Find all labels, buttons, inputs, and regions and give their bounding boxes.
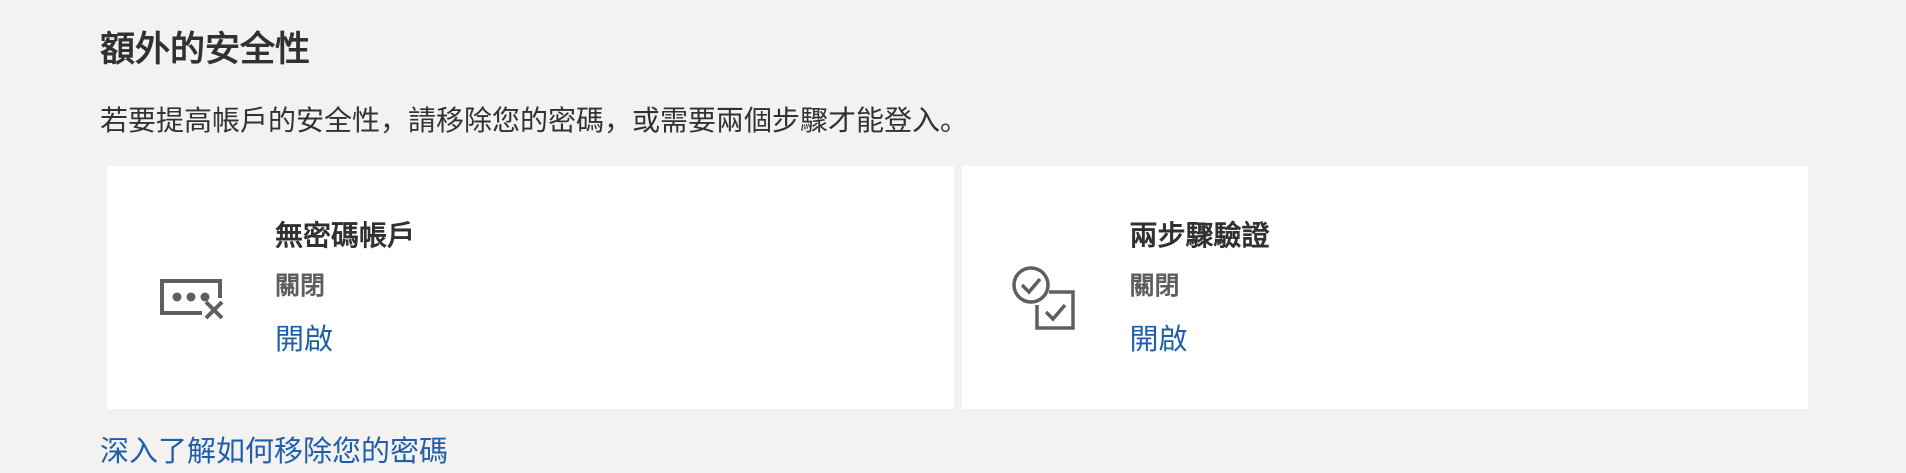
two-step-verification-turn-on-link[interactable]: 開啟 — [1130, 318, 1188, 360]
passwordless-status: 關閉 — [275, 271, 326, 300]
two-step-verification-icon — [1007, 261, 1081, 335]
passwordless-turn-on-link[interactable]: 開啟 — [275, 318, 333, 360]
security-options: 無密碼帳戶 關閉 開啟 兩步驟驗證 關閉 開啟 — [107, 166, 1808, 409]
two-step-verification-title: 兩步驟驗證 — [1129, 219, 1270, 252]
passwordless-card: 無密碼帳戶 關閉 開啟 — [107, 166, 954, 409]
passwordless-title: 無密碼帳戶 — [275, 219, 416, 252]
learn-more-remove-password-link[interactable]: 深入了解如何移除您的密碼 — [100, 429, 448, 473]
two-step-verification-card: 兩步驟驗證 關閉 開啟 — [961, 166, 1808, 409]
section-description: 若要提高帳戶的安全性，請移除您的密碼，或需要兩個步驟才能登入。 — [100, 104, 969, 137]
two-step-verification-status: 關閉 — [1129, 271, 1180, 300]
password-remove-icon — [152, 261, 226, 335]
section-title: 額外的安全性 — [100, 30, 311, 70]
